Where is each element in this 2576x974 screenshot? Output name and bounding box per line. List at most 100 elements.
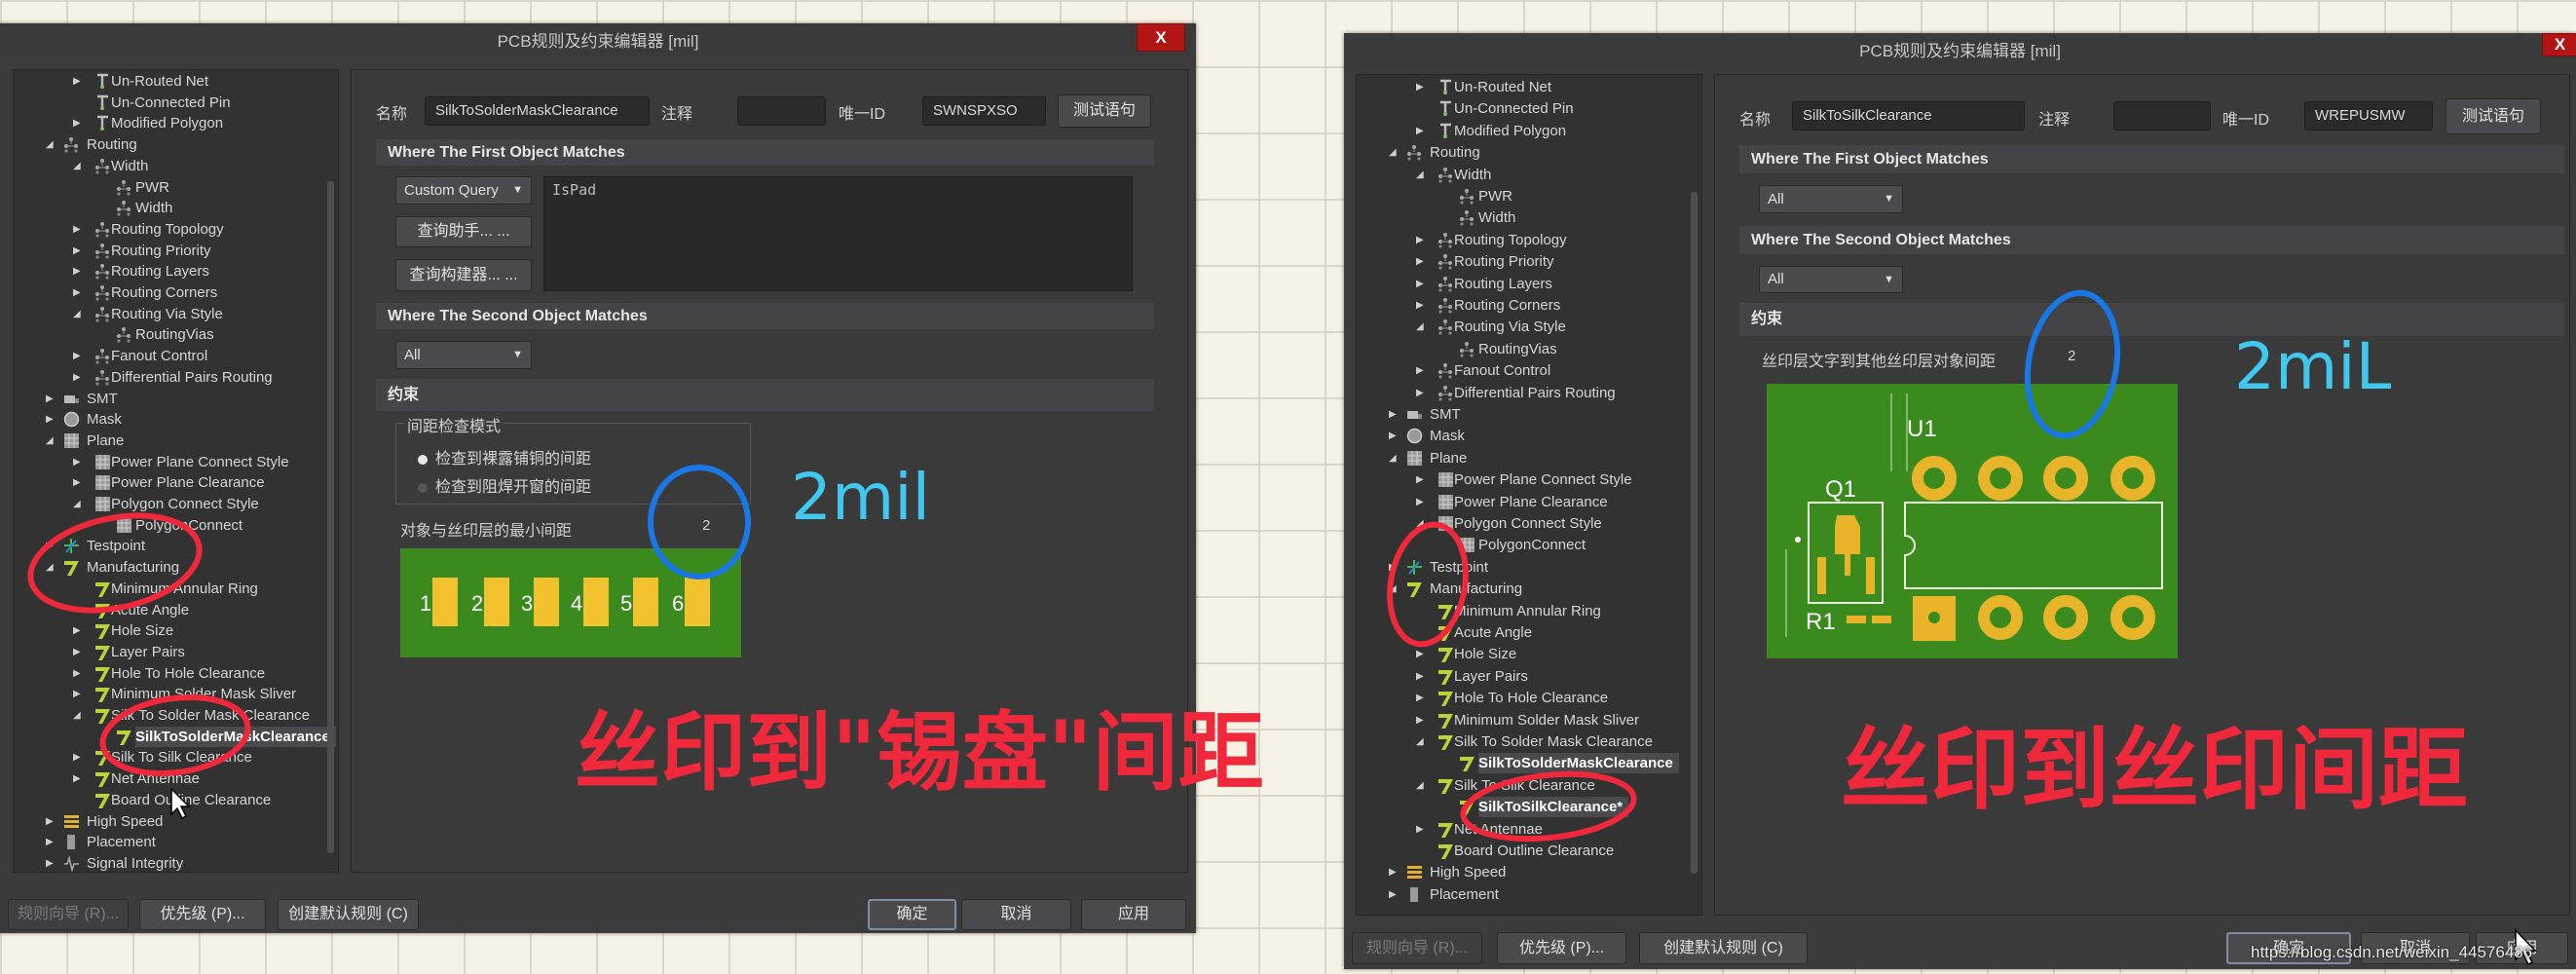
expand-arrow-icon[interactable]: ▶ [1416,360,1426,381]
expand-arrow-icon[interactable]: ▶ [1416,688,1426,708]
tree-item[interactable]: ▶ Power Plane Connect Style [1357,469,1688,490]
tree-item[interactable]: PolygonConnect [14,515,324,536]
tree-item[interactable]: ▶ Routing Corners [14,282,324,303]
expand-arrow-icon[interactable]: ▶ [73,452,83,472]
tree-item[interactable]: ◢ Polygon Connect Style [14,494,324,514]
tree-item[interactable]: ▶ Placement [1357,884,1688,905]
tree-item[interactable]: ▶ Hole To Hole Clearance [14,663,324,684]
tree-item[interactable]: ▶ Un-Routed Net [1357,77,1688,97]
expand-arrow-icon[interactable]: ▶ [1416,383,1426,403]
collapse-arrow-icon[interactable]: ◢ [1389,448,1399,468]
tree-item[interactable]: ▶ Layer Pairs [14,642,324,662]
expand-arrow-icon[interactable]: ▶ [73,71,83,92]
tree-item[interactable]: Un-Connected Pin [1357,98,1688,119]
name-input[interactable]: SilkToSilkClearance [1792,101,2025,131]
first-object-query-dropdown[interactable]: Custom Query ▼ [395,176,532,205]
collapse-arrow-icon[interactable]: ◢ [46,431,56,451]
second-object-query-dropdown[interactable]: All ▼ [1759,266,1903,293]
tree-item[interactable]: ◢ Silk To Solder Mask Clearance [14,705,324,726]
tree-item[interactable]: Acute Angle [14,600,324,620]
expand-arrow-icon[interactable]: ▶ [73,684,83,704]
collapse-arrow-icon[interactable]: ◢ [1389,579,1399,599]
expand-arrow-icon[interactable]: ▶ [46,409,56,430]
tree-item[interactable]: ▶ Routing Priority [14,241,324,261]
test-query-button[interactable]: 测试语句 [2445,98,2541,134]
expand-arrow-icon[interactable]: ▶ [1416,492,1426,512]
expand-arrow-icon[interactable]: ▶ [1389,426,1399,446]
expand-arrow-icon[interactable]: ▶ [73,642,83,662]
collapse-arrow-icon[interactable]: ◢ [1416,731,1426,752]
rule-tree[interactable]: ▶ Un-Routed Net Un-Connected Pin ▶ Modified … [1356,74,1702,916]
tree-item[interactable]: ▶ High Speed [14,811,324,832]
tree-item[interactable]: ◢ Plane [1357,448,1688,468]
tree-item[interactable]: ◢ Manufacturing [14,557,324,578]
tree-item[interactable]: ▶ Testpoint [1357,557,1688,578]
tree-item[interactable]: ◢ Manufacturing [1357,579,1688,599]
expand-arrow-icon[interactable]: ▶ [73,663,83,684]
close-button[interactable]: X [2542,33,2576,56]
tree-item[interactable]: ▶ Power Plane Clearance [14,472,324,493]
collapse-arrow-icon[interactable]: ◢ [1416,317,1426,337]
unique-id-input[interactable]: SWNSPXSO [922,96,1046,126]
tree-item[interactable]: ◢ Routing Via Style [1357,317,1688,337]
tree-item[interactable]: Width [14,198,324,218]
expand-arrow-icon[interactable]: ▶ [73,113,83,133]
expand-arrow-icon[interactable]: ▶ [1416,251,1426,272]
priority-button[interactable]: 优先级 (P)... [1497,932,1626,964]
expand-arrow-icon[interactable]: ▶ [46,811,56,832]
expand-arrow-icon[interactable]: ▶ [73,768,83,789]
tree-item[interactable]: ▶ SMT [14,389,324,409]
tree-item[interactable]: ▶ Net Antennae [1357,819,1688,840]
tree-item[interactable]: ▶ Routing Corners [1357,295,1688,316]
tree-item[interactable]: PolygonConnect [1357,535,1688,555]
tree-item[interactable]: PWR [1357,186,1688,206]
rule-wizard-button[interactable]: 规则向导 (R)... [8,899,129,930]
tree-item[interactable]: ▶ Power Plane Connect Style [14,452,324,472]
expand-arrow-icon[interactable]: ▶ [1389,884,1399,905]
tree-item[interactable]: ▶ Power Plane Clearance [1357,492,1688,512]
tree-item[interactable]: ▶ High Speed [1357,862,1688,882]
tree-item[interactable]: Un-Connected Pin [14,93,324,113]
expand-arrow-icon[interactable]: ▶ [1416,710,1426,730]
tree-item[interactable]: ▶ Differential Pairs Routing [1357,383,1688,403]
priority-button[interactable]: 优先级 (P)... [139,899,266,930]
expand-arrow-icon[interactable]: ▶ [73,261,83,281]
tree-item[interactable]: ▶ Signal Integrity [14,853,324,872]
collapse-arrow-icon[interactable]: ◢ [73,494,83,514]
tree-item[interactable]: ▶ Fanout Control [1357,360,1688,381]
expand-arrow-icon[interactable]: ▶ [73,241,83,261]
collapse-arrow-icon[interactable]: ◢ [73,156,83,176]
collapse-arrow-icon[interactable]: ◢ [46,134,56,155]
query-textarea[interactable]: IsPad [543,176,1133,291]
tree-item[interactable]: ◢ Width [14,156,324,176]
tree-item[interactable]: ▶ Net Antennae [14,768,324,789]
tree-item[interactable]: ▶ Hole To Hole Clearance [1357,688,1688,708]
tree-item[interactable]: ▶ Modified Polygon [14,113,324,133]
expand-arrow-icon[interactable]: ▶ [46,536,56,556]
expand-arrow-icon[interactable]: ▶ [1416,77,1426,97]
rule-wizard-button[interactable]: 规则向导 (R)... [1352,932,1482,964]
tree-item[interactable]: ▶ Hole Size [1357,644,1688,664]
rule-tree[interactable]: ▶ Un-Routed Net Un-Connected Pin ▶ Modified … [13,69,339,873]
tree-item[interactable]: ▶ Mask [14,409,324,430]
tree-item[interactable]: ▶ Fanout Control [14,346,324,366]
create-default-rules-button[interactable]: 创建默认规则 (C) [1639,932,1808,964]
expand-arrow-icon[interactable]: ▶ [46,853,56,872]
tree-item[interactable]: ▶ Minimum Solder Mask Sliver [14,684,324,704]
tree-item[interactable]: Minimum Annular Ring [1357,601,1688,621]
tree-item[interactable]: ◢ Plane [14,431,324,451]
query-helper-button[interactable]: 查询助手... ... [395,216,532,247]
tree-item[interactable]: ◢ Silk To Silk Clearance [1357,775,1688,796]
apply-button[interactable]: 应用 [1081,899,1186,930]
expand-arrow-icon[interactable]: ▶ [1416,644,1426,664]
expand-arrow-icon[interactable]: ▶ [1416,274,1426,294]
first-object-query-dropdown[interactable]: All ▼ [1759,185,1903,213]
tree-item[interactable]: Board Outline Clearance [1357,841,1688,861]
expand-arrow-icon[interactable]: ▶ [1416,295,1426,316]
tree-item[interactable]: PWR [14,177,324,198]
tree-item[interactable]: ▶ Hole Size [14,620,324,641]
silk-clearance-value[interactable]: 2 [2068,348,2075,364]
tree-item[interactable]: ▶ Silk To Silk Clearance [14,747,324,768]
tree-item[interactable]: ▶ SMT [1357,404,1688,425]
tree-scrollbar[interactable] [327,181,334,853]
